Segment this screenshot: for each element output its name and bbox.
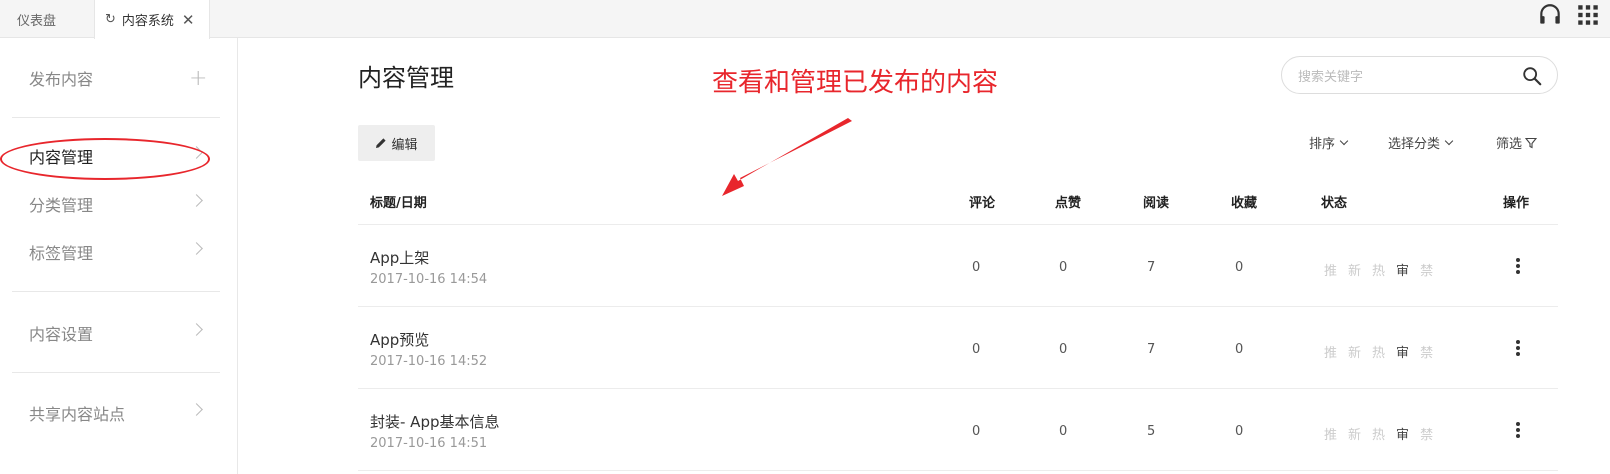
row-divider bbox=[358, 306, 1558, 307]
row-date: 2017-10-16 14:52 bbox=[370, 354, 488, 369]
column-header-status: 状态 bbox=[1321, 196, 1348, 211]
row-reads: 7 bbox=[1147, 342, 1156, 357]
row-reads: 5 bbox=[1147, 424, 1156, 439]
funnel-icon bbox=[1525, 137, 1538, 148]
row-favorites: 0 bbox=[1235, 424, 1244, 439]
row-divider bbox=[358, 470, 1558, 471]
tab-dashboard[interactable]: 仪表盘 bbox=[0, 0, 92, 38]
row-favorites: 0 bbox=[1235, 260, 1244, 275]
status-new[interactable]: 新 bbox=[1348, 260, 1361, 279]
chevron-right-icon bbox=[190, 403, 203, 416]
annotation-arrow bbox=[722, 118, 852, 196]
row-reads: 7 bbox=[1147, 260, 1156, 275]
column-header-favorites: 收藏 bbox=[1231, 196, 1258, 211]
column-header-likes: 点赞 bbox=[1055, 196, 1082, 211]
status-recommend[interactable]: 推 bbox=[1324, 424, 1337, 443]
column-header-actions: 操作 bbox=[1503, 196, 1530, 211]
status-toggles: 推 新 热 审 禁 bbox=[1324, 260, 1433, 279]
more-vertical-icon[interactable] bbox=[1513, 256, 1523, 276]
category-dropdown[interactable]: 选择分类 bbox=[1388, 133, 1454, 152]
sort-label: 排序 bbox=[1309, 137, 1336, 152]
more-vertical-icon[interactable] bbox=[1513, 338, 1523, 358]
row-comments: 0 bbox=[972, 424, 981, 439]
sidebar-item-tag-manage[interactable]: 标签管理 bbox=[0, 229, 238, 275]
status-recommend[interactable]: 推 bbox=[1324, 342, 1337, 361]
chevron-down-icon bbox=[1339, 136, 1349, 145]
row-likes: 0 bbox=[1059, 260, 1068, 275]
row-date: 2017-10-16 14:54 bbox=[370, 272, 488, 287]
status-ban[interactable]: 禁 bbox=[1420, 424, 1433, 443]
status-new[interactable]: 新 bbox=[1348, 424, 1361, 443]
status-toggles: 推 新 热 审 禁 bbox=[1324, 342, 1433, 361]
tab-label: 仪表盘 bbox=[17, 13, 57, 29]
row-title[interactable]: App上架 bbox=[370, 247, 429, 268]
page-title: 内容管理 bbox=[358, 64, 454, 92]
row-comments: 0 bbox=[972, 260, 981, 275]
status-hot[interactable]: 热 bbox=[1372, 260, 1385, 279]
row-title[interactable]: 封装- App基本信息 bbox=[370, 411, 500, 432]
status-review[interactable]: 审 bbox=[1396, 342, 1409, 361]
row-divider bbox=[358, 388, 1558, 389]
row-comments: 0 bbox=[972, 342, 981, 357]
status-hot[interactable]: 热 bbox=[1372, 424, 1385, 443]
row-likes: 0 bbox=[1059, 424, 1068, 439]
search-box bbox=[1281, 56, 1558, 94]
sidebar-item-label: 内容设置 bbox=[29, 325, 94, 344]
status-review[interactable]: 审 bbox=[1396, 424, 1409, 443]
sidebar-item-publish[interactable]: 发布内容 + bbox=[0, 55, 238, 101]
chevron-right-icon bbox=[190, 323, 203, 336]
row-likes: 0 bbox=[1059, 342, 1068, 357]
divider bbox=[12, 372, 220, 373]
tab-label: 内容系统 bbox=[121, 14, 174, 29]
tab-content-system[interactable]: ↻ 内容系统 ✕ bbox=[94, 0, 210, 39]
status-recommend[interactable]: 推 bbox=[1324, 260, 1337, 279]
sidebar-item-shared-sites[interactable]: 共享内容站点 bbox=[0, 390, 238, 436]
sidebar: 发布内容 + 内容管理 分类管理 标签管理 内容设置 共享内容站点 bbox=[0, 38, 238, 474]
row-favorites: 0 bbox=[1235, 342, 1244, 357]
pencil-icon bbox=[376, 138, 387, 148]
sidebar-item-content-settings[interactable]: 内容设置 bbox=[0, 310, 238, 356]
column-header-reads: 阅读 bbox=[1143, 196, 1170, 211]
divider bbox=[12, 291, 220, 292]
row-title[interactable]: App预览 bbox=[370, 329, 429, 350]
status-toggles: 推 新 热 审 禁 bbox=[1324, 424, 1433, 443]
divider bbox=[12, 117, 220, 118]
annotation-text: 查看和管理已发布的内容 bbox=[712, 68, 999, 98]
sidebar-item-label: 共享内容站点 bbox=[29, 405, 126, 424]
edit-button[interactable]: 编辑 bbox=[358, 125, 435, 161]
refresh-icon[interactable]: ↻ bbox=[105, 12, 116, 27]
status-new[interactable]: 新 bbox=[1348, 342, 1361, 361]
filter-label: 筛选 bbox=[1496, 137, 1523, 152]
column-header-comments: 评论 bbox=[969, 196, 996, 211]
row-date: 2017-10-16 14:51 bbox=[370, 436, 488, 451]
column-header-title: 标题/日期 bbox=[370, 196, 427, 211]
row-divider bbox=[358, 224, 1558, 225]
sidebar-item-category-manage[interactable]: 分类管理 bbox=[0, 181, 238, 227]
highlight-ellipse bbox=[0, 138, 210, 180]
sidebar-item-label: 发布内容 bbox=[29, 70, 94, 89]
chevron-down-icon bbox=[1444, 136, 1454, 145]
headset-icon[interactable] bbox=[1537, 2, 1563, 28]
search-input[interactable] bbox=[1298, 66, 1518, 86]
filter-button[interactable]: 筛选 bbox=[1496, 133, 1538, 152]
more-vertical-icon[interactable] bbox=[1513, 420, 1523, 440]
apps-grid-icon[interactable] bbox=[1575, 2, 1601, 28]
tab-bar: 仪表盘 ↻ 内容系统 ✕ bbox=[0, 0, 1610, 39]
search-icon[interactable] bbox=[1521, 65, 1543, 87]
category-label: 选择分类 bbox=[1388, 137, 1441, 152]
status-ban[interactable]: 禁 bbox=[1420, 260, 1433, 279]
sidebar-item-label: 分类管理 bbox=[29, 196, 94, 215]
status-review[interactable]: 审 bbox=[1396, 260, 1409, 279]
sort-dropdown[interactable]: 排序 bbox=[1309, 133, 1349, 152]
chevron-right-icon bbox=[190, 242, 203, 255]
status-hot[interactable]: 热 bbox=[1372, 342, 1385, 361]
status-ban[interactable]: 禁 bbox=[1420, 342, 1433, 361]
chevron-right-icon bbox=[190, 194, 203, 207]
close-icon[interactable]: ✕ bbox=[182, 11, 195, 29]
sidebar-item-label: 标签管理 bbox=[29, 244, 94, 263]
plus-icon: + bbox=[189, 65, 208, 91]
edit-label: 编辑 bbox=[391, 137, 418, 153]
